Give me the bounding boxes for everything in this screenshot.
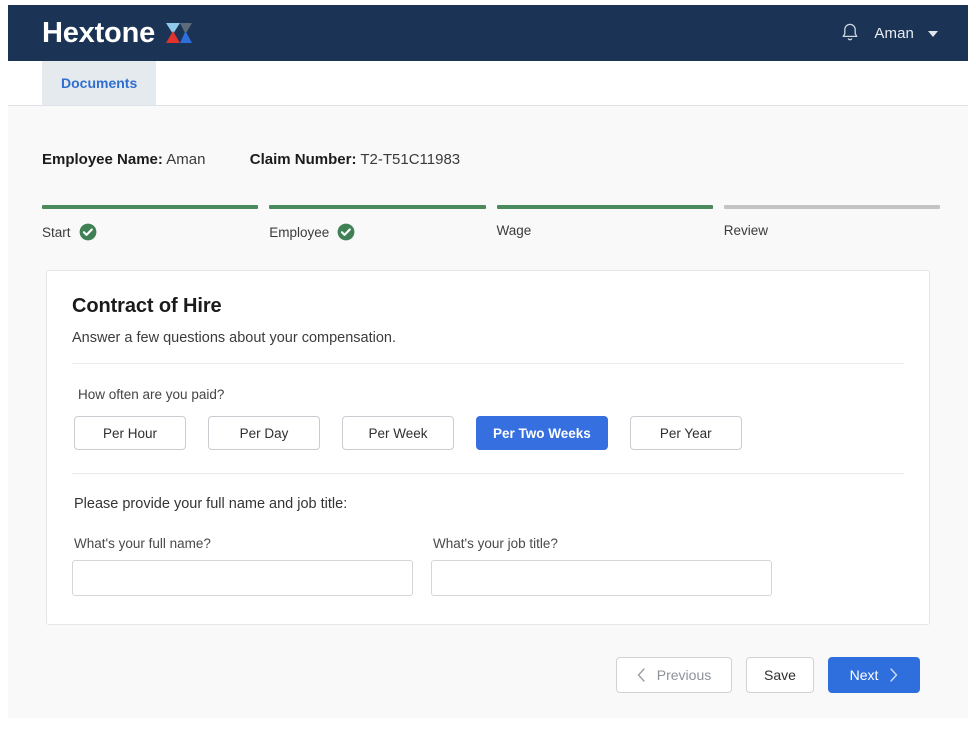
claim-number-label: Claim Number:	[250, 151, 357, 168]
card-subtitle: Answer a few questions about your compen…	[72, 330, 904, 346]
next-button-label: Next	[850, 667, 879, 683]
option-per-hour[interactable]: Per Hour	[74, 416, 186, 450]
option-per-year[interactable]: Per Year	[630, 416, 742, 450]
chevron-left-icon	[637, 668, 646, 682]
step-wage-label: Wage	[497, 223, 532, 238]
page-body: Employee Name: Aman Claim Number: T2-T51…	[8, 106, 968, 718]
option-per-two-weeks[interactable]: Per Two Weeks	[476, 416, 608, 450]
check-circle-icon	[337, 223, 355, 241]
name-title-prompt: Please provide your full name and job ti…	[74, 496, 904, 512]
step-progress-bar	[724, 205, 940, 209]
check-circle-icon	[79, 223, 97, 241]
full-name-input[interactable]	[72, 560, 413, 596]
save-button[interactable]: Save	[746, 657, 814, 693]
tab-strip: Documents	[8, 61, 968, 106]
tab-documents-label: Documents	[61, 75, 137, 91]
step-label-row: Employee	[269, 223, 485, 241]
previous-button[interactable]: Previous	[616, 657, 732, 693]
step-label-row: Review	[724, 223, 940, 238]
job-title-input[interactable]	[431, 560, 772, 596]
pay-frequency-options: Per Hour Per Day Per Week Per Two Weeks …	[74, 416, 904, 450]
job-title-field-group: What's your job title?	[431, 536, 772, 596]
chevron-down-icon[interactable]	[928, 31, 938, 37]
top-navigation-bar: Hextone Aman	[8, 5, 968, 61]
brand-name: Hextone	[42, 19, 155, 48]
bell-icon[interactable]	[840, 22, 860, 44]
employee-name-value: Aman	[166, 151, 205, 168]
form-card: Contract of Hire Answer a few questions …	[46, 270, 930, 625]
step-review-label: Review	[724, 223, 768, 238]
step-wage[interactable]: Wage	[497, 205, 713, 241]
step-employee[interactable]: Employee	[269, 205, 485, 241]
name-title-block: Please provide your full name and job ti…	[72, 474, 904, 624]
step-start-label: Start	[42, 225, 71, 240]
hextone-logo-icon	[164, 18, 194, 48]
app-window: Hextone Aman Documen	[0, 0, 976, 736]
previous-button-label: Previous	[657, 667, 711, 683]
employee-name-label: Employee Name:	[42, 151, 163, 168]
claim-summary: Employee Name: Aman Claim Number: T2-T51…	[42, 151, 460, 168]
top-bar-actions: Aman	[840, 22, 938, 44]
claim-number-value: T2-T51C11983	[360, 151, 460, 168]
form-footer-actions: Previous Save Next	[616, 657, 920, 693]
job-title-label: What's your job title?	[433, 536, 772, 551]
step-progress-bar	[42, 205, 258, 209]
step-start[interactable]: Start	[42, 205, 258, 241]
step-label-row: Start	[42, 223, 258, 241]
name-title-fields: What's your full name? What's your job t…	[72, 536, 904, 596]
step-employee-label: Employee	[269, 225, 329, 240]
user-name-label[interactable]: Aman	[874, 25, 914, 42]
step-label-row: Wage	[497, 223, 713, 238]
tab-documents[interactable]: Documents	[42, 61, 156, 105]
option-per-week[interactable]: Per Week	[342, 416, 454, 450]
card-title: Contract of Hire	[72, 295, 904, 318]
step-progress-bar	[497, 205, 713, 209]
full-name-label: What's your full name?	[74, 536, 413, 551]
progress-stepper: Start Employee	[42, 205, 940, 241]
next-button[interactable]: Next	[828, 657, 920, 693]
save-button-label: Save	[764, 667, 796, 683]
pay-frequency-question-label: How often are you paid?	[78, 387, 904, 402]
step-progress-bar	[269, 205, 485, 209]
chevron-right-icon	[889, 668, 898, 682]
option-per-day[interactable]: Per Day	[208, 416, 320, 450]
step-review[interactable]: Review	[724, 205, 940, 241]
brand-logo[interactable]: Hextone	[42, 18, 194, 48]
pay-frequency-question-block: How often are you paid? Per Hour Per Day…	[72, 364, 904, 450]
full-name-field-group: What's your full name?	[72, 536, 413, 596]
